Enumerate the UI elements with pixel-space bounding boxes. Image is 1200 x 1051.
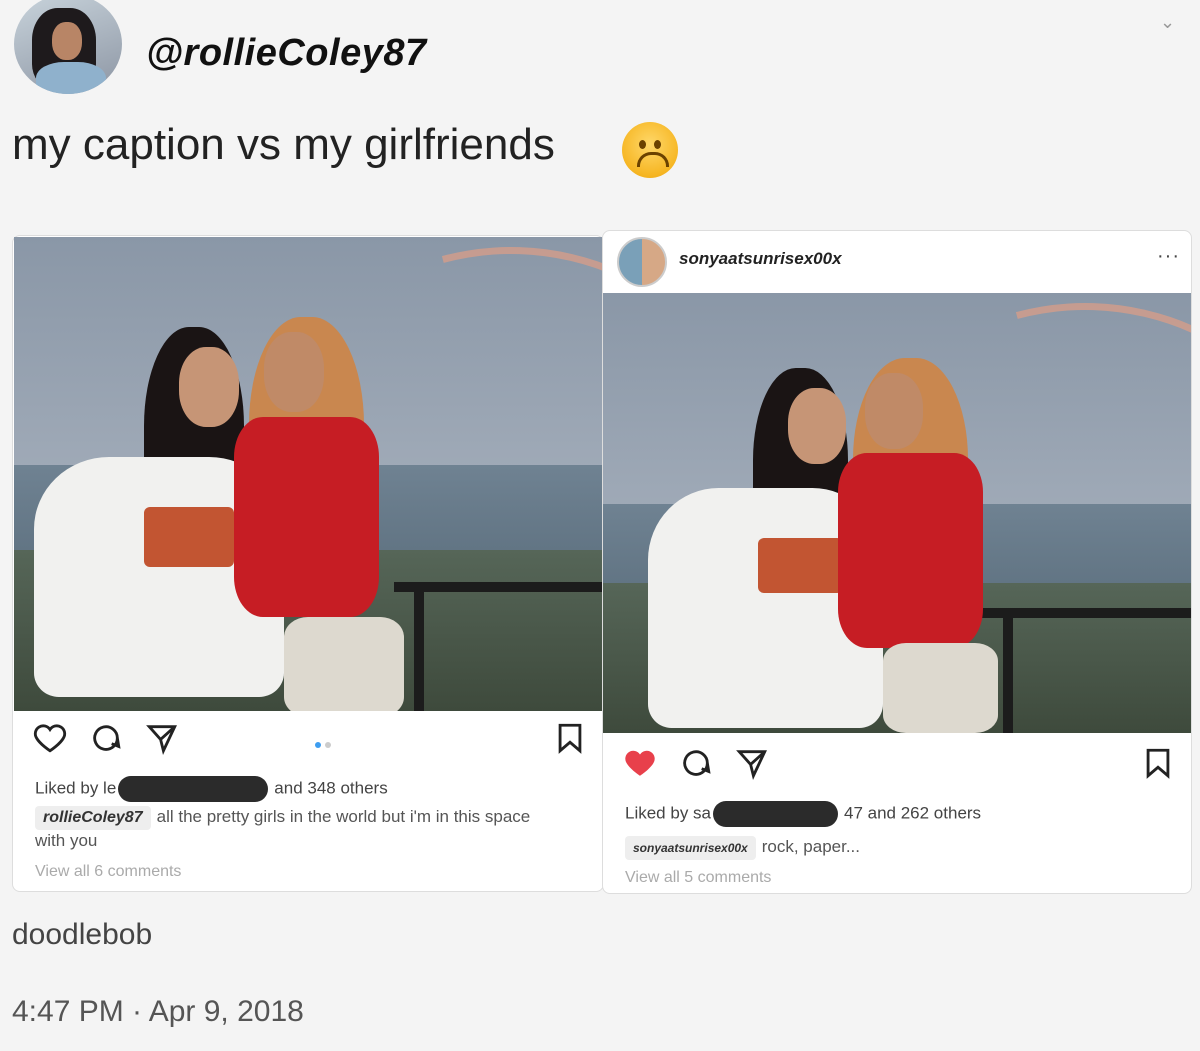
share-icon[interactable] [735,746,769,780]
liked-by-suffix: and 348 others [274,778,388,798]
heart-icon[interactable] [33,721,67,755]
redacted-username [118,776,269,802]
carousel-dots [313,735,333,753]
profile-avatar[interactable] [14,0,122,94]
post-avatar[interactable] [617,237,667,287]
more-options-icon[interactable]: ··· [1157,245,1180,268]
bookmark-icon[interactable] [1141,746,1175,780]
post-header: sonyaatsunrisex00x ··· [617,237,1180,287]
post-photo[interactable] [14,237,602,711]
tweet-timestamp[interactable]: 4:47 PM · Apr 9, 2018 [12,995,304,1029]
post-username[interactable]: sonyaatsunrisex00x [679,249,842,269]
caption-username[interactable]: sonyaatsunrisex00x [625,836,756,860]
carousel-dot-active [315,742,321,748]
right-instagram-post: sonyaatsunrisex00x ··· Liked by sa 47 an… [602,230,1192,894]
left-instagram-post: Liked by le and 348 others rollieColey87 a… [12,235,604,892]
tweet-caption: my caption vs my girlfriends [12,120,555,169]
caption-text: rock, paper... [761,837,861,856]
post-caption: rollieColey87 all the pretty girls in the… [35,806,565,852]
redacted-username [713,801,838,827]
comment-icon[interactable] [679,746,713,780]
upside-down-face-emoji-icon [622,122,678,178]
likes-line[interactable]: Liked by sa 47 and 262 others [625,801,981,827]
share-icon[interactable] [145,721,179,755]
post-action-bar [623,746,1178,782]
carousel-dot [325,742,331,748]
heart-filled-icon[interactable] [623,746,657,780]
liked-by-suffix: 47 and 262 others [844,803,982,823]
view-all-comments-link[interactable]: View all 6 comments [35,863,181,881]
liked-by-prefix: Liked by sa [625,803,711,823]
chevron-down-icon[interactable]: ⌄ [1160,12,1175,33]
caption-username[interactable]: rollieColey87 [35,806,151,830]
bookmark-icon[interactable] [553,721,587,755]
post-photo[interactable] [603,293,1191,733]
liked-by-prefix: Liked by le [35,778,117,798]
tweet-handle[interactable]: @rollieColey87 [146,32,427,75]
post-action-bar [33,721,588,757]
post-caption: sonyaatsunrisex00x rock, paper... [625,836,1155,860]
view-all-comments-link[interactable]: View all 5 comments [625,869,771,887]
likes-line[interactable]: Liked by le and 348 others [35,776,388,802]
comment-icon[interactable] [89,721,123,755]
footer-name: doodlebob [12,918,153,951]
